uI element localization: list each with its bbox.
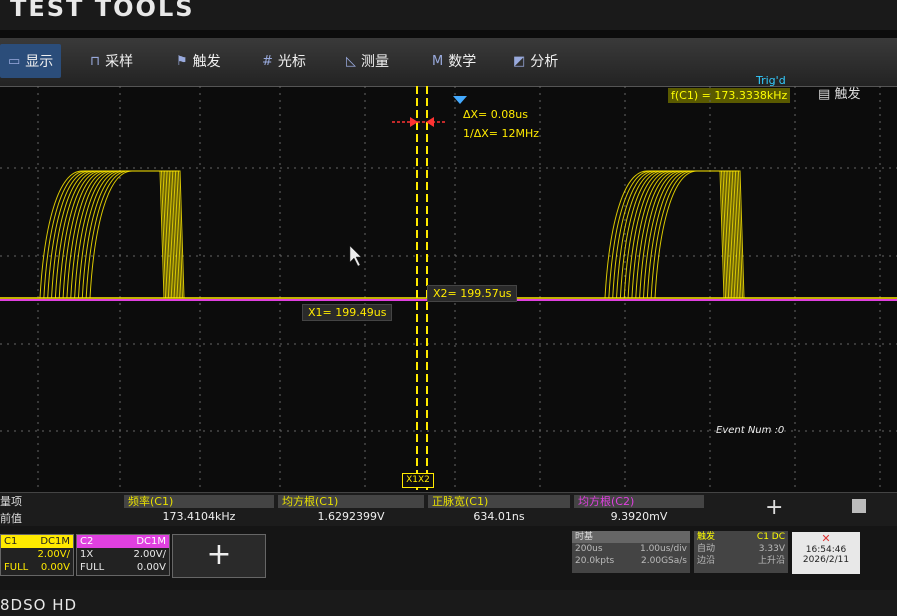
menu-math[interactable]: M 数学 — [424, 44, 484, 78]
c1-header: C1 DC1M — [1, 535, 73, 548]
menu-math-label: 数学 — [448, 54, 477, 70]
clock-date: 2026/2/11 — [802, 555, 850, 565]
menu-cursor[interactable]: # 光标 — [254, 44, 314, 78]
c1-pulse-right — [595, 170, 745, 299]
menu-sample[interactable]: ⊓ 采样 — [82, 44, 141, 78]
cursor-x1x2-tag[interactable]: X1X2 — [402, 473, 434, 488]
trigger-panel-row-2: 边沿 上升沿 — [697, 556, 785, 566]
device-model-label: 8DSO HD — [0, 596, 78, 614]
channel-c1-box[interactable]: C1 DC1M 2.00V/ FULL 0.00V — [0, 534, 74, 576]
cursor-grid-icon: # — [262, 53, 273, 69]
analysis-icon: ◩ — [513, 53, 526, 69]
c2-probe: 1X — [80, 549, 94, 560]
c1-pulse-left — [30, 170, 190, 299]
network-status-icon: ✕ — [821, 532, 831, 545]
trigger-panel-title: 触发 C1 DC — [697, 532, 785, 542]
timebase-row-2: 20.0kpts 2.00GSa/s — [575, 556, 687, 566]
c2-scale: 2.00V/ — [133, 549, 166, 560]
menu-measure-label: 测量 — [361, 54, 389, 70]
trigger-panel-row-1: 自动 3.33V — [697, 544, 785, 554]
menu-measure[interactable]: ◺ 测量 — [338, 44, 397, 78]
cursor-x1-label: X1= 199.49us — [302, 304, 393, 321]
measure-head: 频率(C1) — [124, 495, 274, 508]
measure-col-1[interactable]: 频率(C1) 173.4104kHz — [124, 495, 274, 523]
measure-value: 634.01ns — [473, 510, 525, 523]
cursor-delta-x: ΔX= 0.08us — [463, 108, 528, 121]
cursor-inverse-delta-x: 1/ΔX= 12MHz — [463, 127, 540, 140]
c2-header: C2 DC1M — [77, 535, 169, 548]
menu-display-label: 显示 — [25, 54, 54, 70]
mouse-pointer-icon — [349, 245, 362, 267]
measure-col-2[interactable]: 均方根(C1) 1.6292399V — [278, 495, 424, 523]
delta-arrow-icon — [392, 117, 446, 127]
c1-bandwidth: FULL — [4, 562, 29, 573]
menu-display[interactable]: ▭ 显示 — [0, 44, 62, 78]
c2-offset: 0.00V — [136, 562, 166, 573]
pulse-trace — [637, 170, 745, 299]
top-menu-bar: ▭ 显示 ⊓ 采样 ⚑ 触发 # 光标 ◺ 测量 M 数学 ◩ 分析 Trig'… — [0, 38, 897, 103]
measure-col-3[interactable]: 正脉宽(C1) 634.01ns — [428, 495, 570, 523]
cursor-x2-label: X2= 199.57us — [427, 285, 518, 302]
c1-offset: 0.00V — [40, 562, 70, 573]
c1-coupling: DC1M — [40, 536, 70, 547]
menu-trigger[interactable]: ⚑ 触发 — [168, 44, 229, 78]
measure-col-4[interactable]: 均方根(C2) 9.3920mV — [574, 495, 704, 523]
measure-head: 均方根(C2) — [574, 495, 704, 508]
c1-scale: 2.00V/ — [37, 549, 70, 560]
oscilloscope-screen: ▭ 显示 ⊓ 采样 ⚑ 触发 # 光标 ◺ 测量 M 数学 ◩ 分析 Trig'… — [0, 30, 897, 590]
c2-coupling: DC1M — [136, 536, 166, 547]
measure-row-labels: 量项 前值 — [0, 495, 22, 526]
c2-name: C2 — [80, 536, 94, 547]
status-bar: C1 DC1M 2.00V/ FULL 0.00V C2 DC1M 1X 2.0… — [0, 526, 897, 590]
menu-cursor-label: 光标 — [277, 54, 306, 70]
c2-bandwidth: FULL — [80, 562, 105, 573]
c1-bw-row: FULL 0.00V — [1, 561, 73, 574]
menu-trigger-label: 触发 — [192, 54, 221, 70]
measure-icon: ◺ — [346, 53, 356, 69]
clock-time: 16:54:46 — [805, 545, 847, 555]
math-icon: M — [432, 53, 444, 69]
system-clock: ✕ 16:54:46 2026/2/11 — [792, 532, 860, 574]
measure-value: 173.4104kHz — [162, 510, 236, 523]
c2-bw-row: FULL 0.00V — [77, 561, 169, 574]
measure-value: 9.3920mV — [610, 510, 668, 523]
event-number: Event Num :0 — [716, 425, 785, 436]
menu-sample-label: 采样 — [105, 54, 134, 70]
timebase-panel[interactable]: 时基 200us 1.00us/div 20.0kpts 2.00GSa/s — [572, 531, 690, 573]
c1-scale-row: 2.00V/ — [1, 548, 73, 561]
add-channel-button[interactable]: + — [172, 534, 266, 578]
measure-settings-icon[interactable] — [852, 499, 866, 513]
pulse-trace — [80, 170, 190, 299]
timebase-row-1: 200us 1.00us/div — [575, 544, 687, 554]
measurement-bar: 量项 前值 频率(C1) 173.4104kHz 均方根(C1) 1.62923… — [0, 492, 897, 527]
sample-icon: ⊓ — [90, 53, 101, 69]
measure-item-label: 量项 — [0, 495, 22, 508]
c2-scale-row: 1X 2.00V/ — [77, 548, 169, 561]
measure-current-label: 前值 — [0, 512, 22, 525]
measure-head: 正脉宽(C1) — [428, 495, 570, 508]
measure-value: 1.6292399V — [317, 510, 385, 523]
display-icon: ▭ — [8, 53, 21, 69]
channel-c2-box[interactable]: C2 DC1M 1X 2.00V/ FULL 0.00V — [76, 534, 170, 576]
device-brand-title: TEST TOOLS — [10, 0, 195, 22]
measure-head: 均方根(C1) — [278, 495, 424, 508]
trigger-panel[interactable]: 触发 C1 DC 自动 3.33V 边沿 上升沿 — [694, 531, 788, 573]
menu-analysis[interactable]: ◩ 分析 — [505, 44, 566, 78]
add-measure-button[interactable]: + — [765, 495, 783, 520]
menu-analysis-label: 分析 — [530, 54, 559, 70]
c1-name: C1 — [4, 536, 18, 547]
timebase-title: 时基 — [572, 531, 690, 543]
flag-icon: ⚑ — [176, 53, 188, 69]
